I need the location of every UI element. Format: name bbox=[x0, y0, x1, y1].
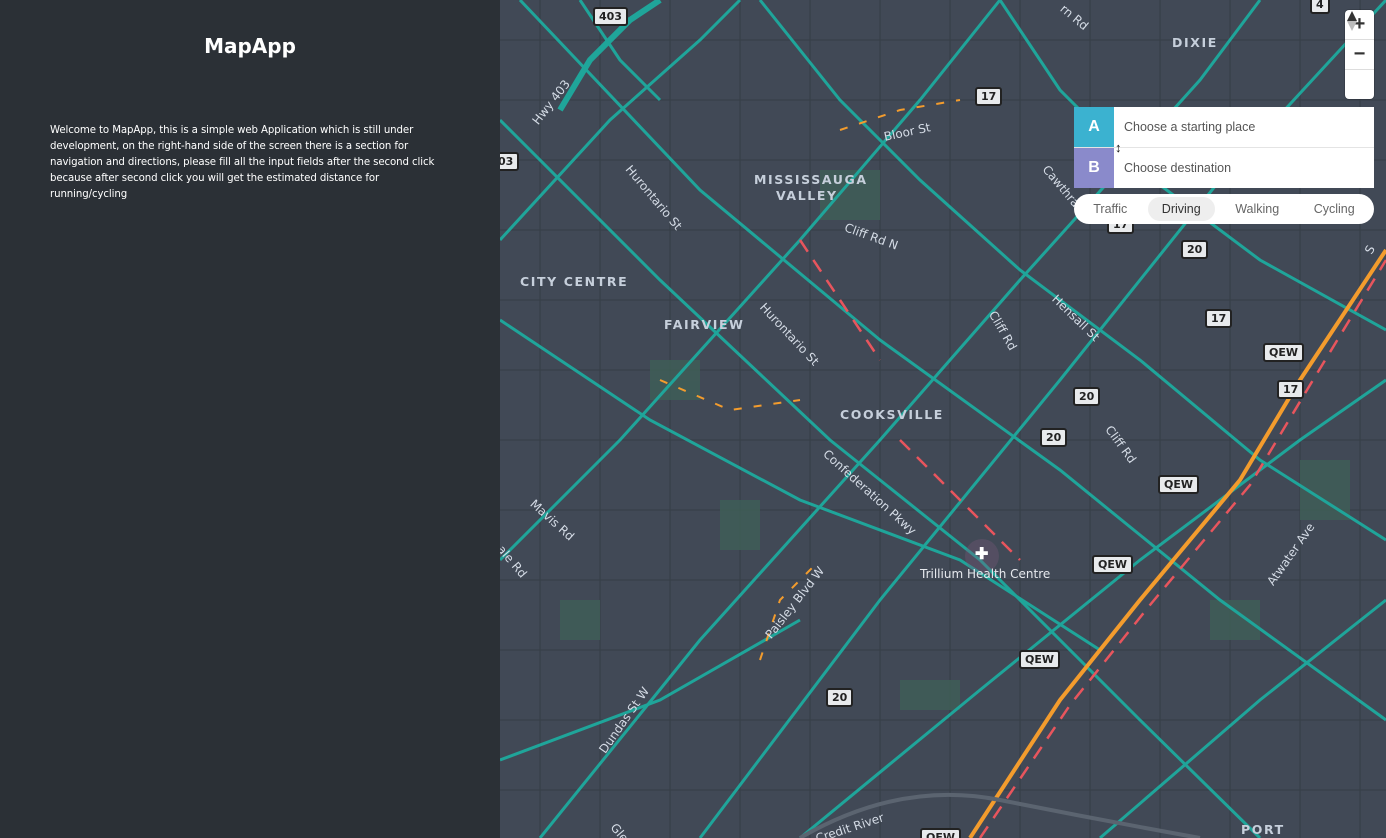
highway-shield: 03 bbox=[500, 152, 520, 171]
zoom-out-button[interactable]: − bbox=[1345, 40, 1374, 70]
profile-driving[interactable]: Driving bbox=[1147, 197, 1215, 221]
highway-shield: 20 bbox=[826, 688, 854, 707]
highway-shield: QEW bbox=[1158, 475, 1199, 494]
profile-cycling[interactable]: Cycling bbox=[1300, 197, 1369, 221]
directions-panel: A B ↕ bbox=[1074, 107, 1374, 188]
highway-shield: 17 bbox=[1205, 309, 1233, 328]
highway-shield: 4 bbox=[1310, 0, 1330, 14]
place-label: COOKSVILLE bbox=[840, 407, 944, 422]
highway-shield: QEW bbox=[920, 828, 961, 838]
poi-label: Trillium Health Centre bbox=[920, 567, 1051, 581]
app-title: MapApp bbox=[204, 34, 296, 58]
welcome-text: Welcome to MapApp, this is a simple web … bbox=[50, 125, 435, 200]
highway-shield: 17 bbox=[1277, 380, 1305, 399]
origin-input[interactable] bbox=[1114, 107, 1374, 147]
destination-input[interactable] bbox=[1114, 148, 1374, 188]
zoom-controls: + − bbox=[1345, 10, 1374, 99]
highway-shield: QEW bbox=[1092, 555, 1133, 574]
profile-switcher: Traffic Driving Walking Cycling bbox=[1074, 194, 1374, 224]
compass-icon bbox=[1347, 11, 1357, 31]
origin-marker: A bbox=[1074, 107, 1114, 147]
hospital-icon: ✚ bbox=[975, 546, 989, 563]
highway-shield: 20 bbox=[1181, 240, 1209, 259]
place-label: PORT bbox=[1241, 822, 1285, 837]
highway-shield: 20 bbox=[1040, 428, 1068, 447]
highway-shield: QEW bbox=[1019, 650, 1060, 669]
highway-shield: 403 bbox=[593, 7, 628, 26]
highway-shield: 20 bbox=[1073, 387, 1101, 406]
destination-marker: B bbox=[1074, 148, 1114, 188]
place-label: CITY CENTRE bbox=[520, 274, 629, 289]
map-canvas[interactable]: DIXIE MISSISSAUGA VALLEY CITY CENTRE FAI… bbox=[500, 0, 1386, 838]
profile-traffic[interactable]: Traffic bbox=[1079, 197, 1141, 221]
place-label: VALLEY bbox=[776, 188, 838, 203]
swap-icon[interactable]: ↕ bbox=[1115, 140, 1122, 155]
highway-shield: QEW bbox=[1263, 343, 1304, 362]
sidebar: MapApp Welcome to MapApp, this is a simp… bbox=[0, 0, 500, 838]
place-label: MISSISSAUGA bbox=[754, 172, 868, 187]
compass-button[interactable] bbox=[1345, 11, 1374, 99]
place-label: FAIRVIEW bbox=[664, 317, 745, 332]
highway-shield: 17 bbox=[975, 87, 1003, 106]
profile-walking[interactable]: Walking bbox=[1221, 197, 1293, 221]
place-label: DIXIE bbox=[1172, 35, 1218, 50]
